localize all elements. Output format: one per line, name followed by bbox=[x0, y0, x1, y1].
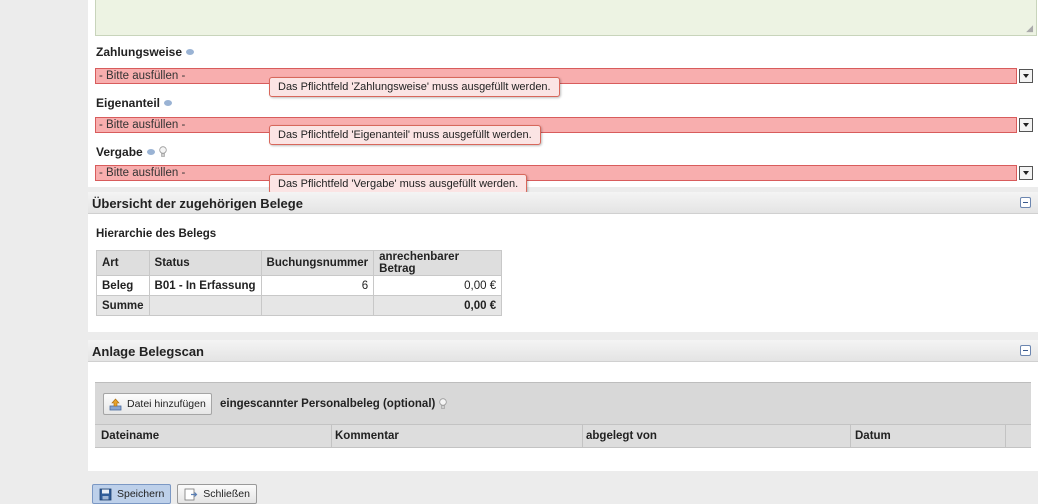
belege-panel: Übersicht der zugehörigen Belege Hierarc… bbox=[88, 192, 1038, 332]
eigenanteil-error-tooltip: Das Pflichtfeld 'Eigenanteil' muss ausge… bbox=[269, 125, 541, 145]
betrag-cell: 0,00 € bbox=[373, 275, 503, 296]
column-divider bbox=[331, 425, 332, 447]
info-icon[interactable] bbox=[164, 100, 173, 106]
info-icon[interactable] bbox=[146, 149, 155, 155]
scan-panel-title: Anlage Belegscan bbox=[92, 344, 204, 359]
buchungsnummer-cell: 6 bbox=[260, 275, 375, 296]
column-divider bbox=[850, 425, 851, 447]
zahlungsweise-error-tooltip: Das Pflichtfeld 'Zahlungsweise' muss aus… bbox=[269, 77, 560, 97]
column-header: Status bbox=[148, 250, 262, 276]
hierarchy-title: Hierarchie des Belegs bbox=[96, 228, 217, 240]
close-document-icon bbox=[184, 488, 198, 500]
column-divider bbox=[582, 425, 583, 447]
empty-cell bbox=[148, 295, 262, 316]
belege-panel-title: Übersicht der zugehörigen Belege bbox=[92, 196, 303, 211]
belege-panel-header: Übersicht der zugehörigen Belege bbox=[88, 192, 1038, 214]
chevron-down-icon bbox=[1023, 123, 1029, 127]
eigenanteil-select[interactable]: - Bitte ausfüllen - bbox=[95, 117, 1017, 133]
collapse-icon[interactable] bbox=[1020, 197, 1031, 208]
zahlungsweise-dropdown-button[interactable] bbox=[1019, 69, 1033, 83]
table-header-row: Art Status Buchungsnummer anrechenbarer … bbox=[96, 250, 503, 276]
file-table-header: Dateiname Kommentar abgelegt von Datum bbox=[95, 424, 1031, 448]
sum-row: Summe 0,00 € bbox=[96, 295, 503, 316]
chevron-down-icon bbox=[1023, 74, 1029, 78]
column-header: Dateiname bbox=[101, 430, 160, 442]
column-header: Buchungsnummer bbox=[260, 250, 375, 276]
empty-cell bbox=[260, 295, 375, 316]
vergabe-label: Vergabe bbox=[96, 145, 167, 159]
lightbulb-icon[interactable] bbox=[159, 146, 167, 158]
column-header: anrechenbarer Betrag bbox=[373, 250, 503, 276]
column-header: abgelegt von bbox=[586, 430, 657, 442]
save-button[interactable]: Speichern bbox=[92, 484, 172, 504]
art-cell: Beleg bbox=[96, 275, 150, 296]
lightbulb-icon[interactable] bbox=[439, 398, 448, 410]
floppy-disk-icon bbox=[99, 488, 112, 500]
resize-grip-icon[interactable]: ◢ bbox=[1026, 24, 1033, 33]
column-header: Kommentar bbox=[335, 430, 399, 442]
info-icon[interactable] bbox=[186, 49, 195, 55]
close-button[interactable]: Schließen bbox=[177, 484, 257, 504]
vergabe-error-tooltip: Das Pflichtfeld 'Vergabe' muss ausgefüll… bbox=[269, 174, 528, 194]
comment-textarea[interactable]: ◢ bbox=[95, 0, 1037, 36]
eigenanteil-label: Eigenanteil bbox=[96, 96, 173, 110]
status-cell: B01 - In Erfassung bbox=[148, 275, 262, 296]
table-row[interactable]: Beleg B01 - In Erfassung 6 0,00 € bbox=[96, 275, 503, 296]
scan-panel: Anlage Belegscan Datei hinzufügen einges… bbox=[88, 340, 1038, 471]
column-header: Datum bbox=[855, 430, 891, 442]
form-panel: ◢ Zahlungsweise - Bitte ausfüllen - Eige… bbox=[88, 0, 1038, 187]
eigenanteil-dropdown-button[interactable] bbox=[1019, 118, 1033, 132]
scan-panel-header: Anlage Belegscan bbox=[88, 340, 1038, 362]
hierarchy-table: Art Status Buchungsnummer anrechenbarer … bbox=[96, 250, 503, 316]
vergabe-dropdown-button[interactable] bbox=[1019, 166, 1033, 180]
collapse-icon[interactable] bbox=[1020, 345, 1031, 356]
zahlungsweise-label: Zahlungsweise bbox=[96, 45, 195, 59]
sum-betrag: 0,00 € bbox=[373, 295, 503, 316]
add-file-button[interactable]: Datei hinzufügen bbox=[103, 393, 212, 415]
scan-label: eingescannter Personalbeleg (optional) bbox=[220, 398, 448, 410]
sum-label: Summe bbox=[96, 295, 150, 316]
column-divider bbox=[1005, 425, 1006, 447]
scan-toolbar: Datei hinzufügen eingescannter Personalb… bbox=[95, 382, 1031, 424]
chevron-down-icon bbox=[1023, 171, 1029, 175]
upload-icon bbox=[109, 398, 122, 410]
vergabe-select[interactable]: - Bitte ausfüllen - bbox=[95, 165, 1017, 181]
column-header: Art bbox=[96, 250, 150, 276]
action-bar: Speichern Schließen bbox=[92, 484, 257, 504]
